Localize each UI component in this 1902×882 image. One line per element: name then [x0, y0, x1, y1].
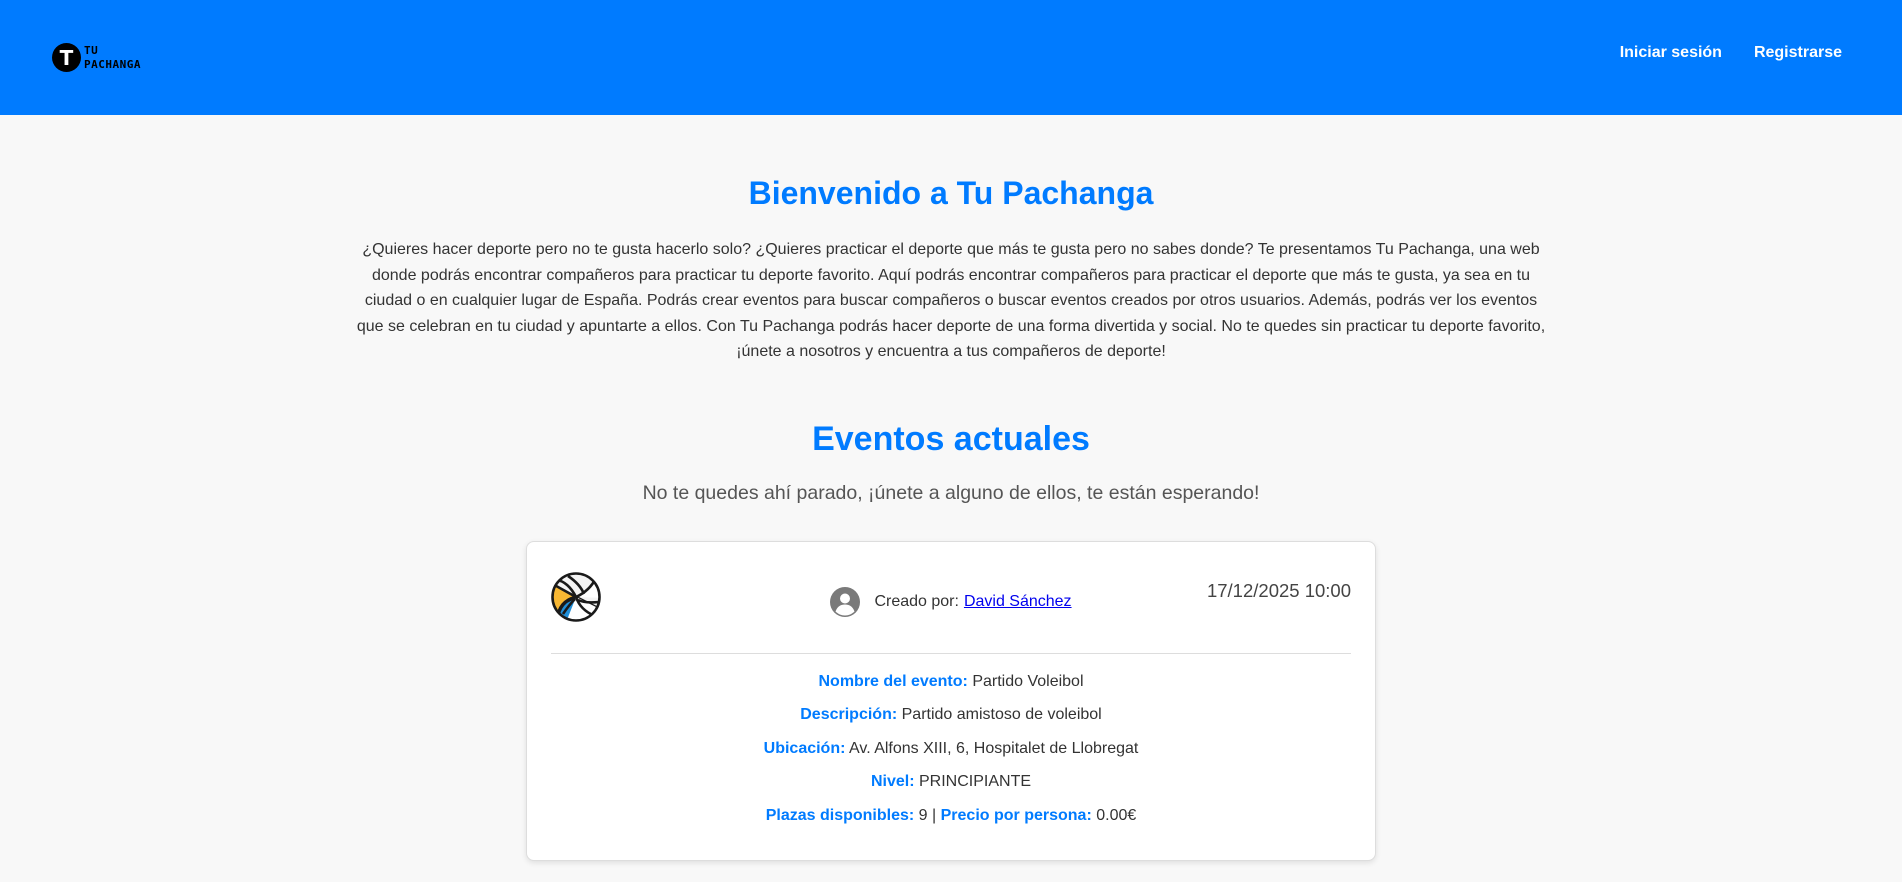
event-level-label: Nivel:: [870, 773, 915, 790]
user-avatar-icon: [830, 586, 861, 617]
event-price-value: 0.00€: [1096, 806, 1137, 824]
creator-prefix: Creado por:: [874, 592, 959, 610]
event-name-label: Nombre del evento:: [818, 672, 968, 690]
event-slots-price-row: Plazas disponibles: 9 | Precio por perso…: [551, 799, 1351, 833]
register-link[interactable]: Registrarse: [1754, 44, 1842, 62]
event-location-label: Ubicación:: [763, 739, 846, 757]
event-datetime: 17/12/2025 10:00: [1206, 579, 1351, 601]
event-description-row: Descripción: Partido amistoso de voleibo…: [551, 698, 1351, 732]
logo-line-1: TU: [84, 43, 99, 57]
event-level-row: Nivel: PRINCIPIANTE: [551, 765, 1351, 799]
intro-paragraph: ¿Quieres hacer deporte pero no te gusta …: [356, 241, 1546, 360]
logo-mark: T: [52, 43, 81, 72]
event-description-label: Descripción:: [800, 706, 898, 723]
event-details: Nombre del evento: Partido Voleibol Desc…: [551, 654, 1351, 833]
events-title: Eventos actuales: [812, 419, 1090, 458]
welcome-title: Bienvenido a Tu Pachanga: [748, 175, 1154, 211]
events-subtitle: No te quedes ahí parado, ¡únete a alguno…: [642, 481, 1260, 504]
event-price-label: Precio por persona:: [940, 806, 1092, 824]
event-card[interactable]: Creado por: David Sánchez 17/12/2025 10:…: [526, 540, 1376, 861]
login-link[interactable]: Iniciar sesión: [1620, 44, 1722, 62]
event-location-value: Av. Alfons XIII, 6, Hospitalet de Llobre…: [849, 739, 1139, 757]
event-name-row: Nombre del evento: Partido Voleibol: [551, 665, 1351, 699]
event-location-row: Ubicación: Av. Alfons XIII, 6, Hospitale…: [551, 732, 1351, 766]
creator-link[interactable]: David Sánchez: [964, 593, 1072, 611]
event-description-value: Partido amistoso de voleibol: [901, 706, 1102, 723]
event-slots-value: 9: [918, 806, 928, 824]
event-name-value: Partido Voleibol: [972, 672, 1084, 690]
top-navbar: T TU PACHANGA Iniciar sesión Registrarse: [0, 0, 1902, 115]
event-level-value: PRINCIPIANTE: [919, 773, 1032, 790]
logo-line-2: PACHANGA: [84, 57, 141, 71]
slots-price-separator: |: [932, 806, 937, 824]
nav-links: Iniciar sesión Registrarse: [1620, 44, 1842, 62]
site-logo[interactable]: T TU PACHANGA: [52, 43, 141, 72]
event-slots-label: Plazas disponibles:: [765, 806, 915, 824]
logo-wordmark: TU PACHANGA: [84, 44, 141, 72]
event-card-header: Creado por: David Sánchez 17/12/2025 10:…: [551, 542, 1351, 654]
main-content: Bienvenido a Tu Pachanga ¿Quieres hacer …: [0, 175, 1902, 861]
